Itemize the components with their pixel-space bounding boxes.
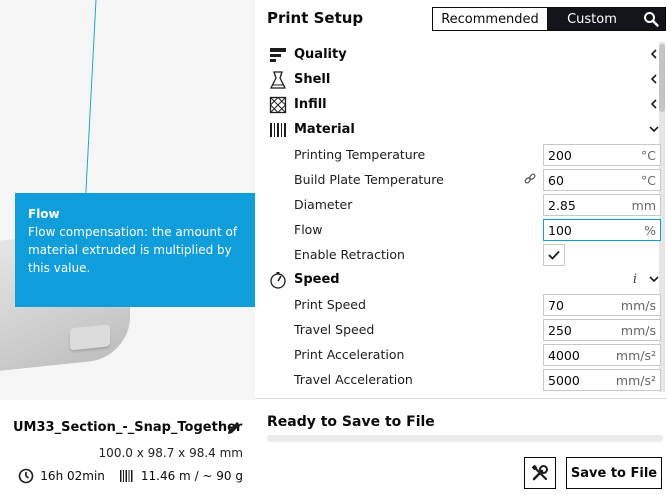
panel-header: Print Setup Recommended Custom [255, 0, 667, 37]
field-unit: mm/s [620, 297, 656, 313]
recommended-tab[interactable]: Recommended [433, 8, 547, 30]
field-value: 2.85 [548, 197, 576, 213]
category-quality[interactable]: Quality [267, 42, 665, 67]
job-dimensions: 100.0 x 98.7 x 98.4 mm [98, 446, 243, 460]
setting-label: Enable Retraction [294, 247, 405, 262]
setting-travel-speed: Travel Speed 250 mm/s [267, 317, 665, 342]
tools-icon [531, 464, 548, 481]
save-to-file-button[interactable]: Save to File [566, 457, 662, 489]
field-value: 100 [548, 222, 572, 238]
flow-input[interactable]: 100 % [543, 219, 661, 241]
link-icon[interactable] [524, 173, 537, 186]
setting-label: Print Acceleration [294, 347, 405, 362]
speed-icon [270, 271, 286, 289]
travel-speed-input[interactable]: 250 mm/s [543, 319, 661, 341]
save-status: Ready to Save to File [267, 414, 435, 430]
panel-title: Print Setup [267, 9, 364, 27]
category-material[interactable]: Material [267, 117, 665, 142]
spool-icon [119, 470, 133, 482]
setting-label: Printing Temperature [294, 147, 426, 162]
setting-label: Travel Acceleration [294, 372, 413, 387]
checkmark-icon [548, 250, 560, 260]
search-icon [644, 12, 659, 27]
infill-icon [269, 96, 287, 113]
save-progress-bar [267, 435, 663, 442]
field-value: 70 [548, 297, 564, 313]
setting-printing-temperature: Printing Temperature 200 °C [267, 142, 665, 167]
field-value: 5000 [548, 372, 580, 388]
print-time: 16h 02min [40, 469, 105, 483]
setting-build-plate-temperature: Build Plate Temperature 60 °C [267, 167, 665, 192]
clock-icon [18, 468, 34, 484]
category-shell[interactable]: Shell [267, 67, 665, 92]
setting-label: Build Plate Temperature [294, 172, 444, 187]
chevron-down-icon [649, 126, 659, 133]
info-icon[interactable]: i [633, 272, 637, 287]
field-unit: °C [641, 147, 656, 163]
save-area: Ready to Save to File Save to File [255, 398, 667, 495]
shell-icon [269, 70, 287, 89]
job-info: UM33_Section_-_Snap_Together 100.0 x 98.… [0, 400, 255, 495]
tooltip-title: Flow [28, 207, 60, 221]
diameter-input[interactable]: 2.85 mm [543, 194, 661, 216]
tooltip-body: Flow compensation: the amount of materia… [28, 225, 238, 275]
enable-retraction-checkbox[interactable] [543, 244, 565, 266]
category-label: Infill [294, 97, 327, 112]
chevron-left-icon [650, 74, 657, 84]
setting-diameter: Diameter 2.85 mm [267, 192, 665, 217]
setting-tooltip: Flow Flow compensation: the amount of ma… [15, 193, 265, 307]
setting-enable-retraction: Enable Retraction [267, 242, 665, 267]
category-infill[interactable]: Infill [267, 92, 665, 117]
field-unit: mm [631, 197, 656, 213]
printing-temperature-input[interactable]: 200 °C [543, 144, 661, 166]
setting-label: Diameter [294, 197, 353, 212]
field-unit: mm/s² [615, 347, 656, 363]
chevron-left-icon [650, 49, 657, 59]
setting-print-acceleration: Print Acceleration 4000 mm/s² [267, 342, 665, 367]
setting-flow: Flow 100 % [267, 217, 665, 242]
setting-travel-acceleration: Travel Acceleration 5000 mm/s² [267, 367, 665, 392]
field-value: 250 [548, 322, 572, 338]
chevron-left-icon [650, 99, 657, 109]
chevron-down-icon [649, 276, 659, 283]
field-value: 200 [548, 147, 572, 163]
setting-label: Travel Speed [294, 322, 375, 337]
setting-label: Print Speed [294, 297, 366, 312]
category-speed[interactable]: Speed i [267, 267, 665, 292]
custom-tab[interactable]: Custom [547, 8, 637, 30]
field-value: 4000 [548, 347, 580, 363]
setting-label: Flow [294, 222, 323, 237]
job-name: UM33_Section_-_Snap_Together [13, 420, 243, 435]
category-label: Quality [294, 47, 347, 62]
field-unit: mm/s² [615, 372, 656, 388]
material-icon [270, 122, 286, 137]
category-label: Shell [294, 72, 331, 87]
axis-line [84, 0, 97, 205]
category-label: Speed [294, 272, 340, 287]
pencil-icon[interactable] [226, 420, 242, 436]
field-value: 60 [548, 172, 564, 188]
setting-print-speed: Print Speed 70 mm/s [267, 292, 665, 317]
travel-acceleration-input[interactable]: 5000 mm/s² [543, 369, 661, 391]
field-unit: °C [641, 172, 656, 188]
field-unit: mm/s [620, 322, 656, 338]
material-usage: 11.46 m / ~ 90 g [140, 469, 243, 483]
quality-icon [270, 47, 286, 62]
mode-toggle: Recommended Custom [432, 7, 666, 31]
field-unit: % [644, 222, 656, 238]
build-plate-temperature-input[interactable]: 60 °C [543, 169, 661, 191]
print-settings-button[interactable] [524, 457, 556, 489]
print-speed-input[interactable]: 70 mm/s [543, 294, 661, 316]
print-acceleration-input[interactable]: 4000 mm/s² [543, 344, 661, 366]
job-stats: 16h 02min 11.46 m / ~ 90 g [18, 468, 243, 484]
category-label: Material [294, 122, 355, 137]
settings-list: Quality Shell Infill Material Printing T… [267, 42, 665, 392]
search-button[interactable] [637, 8, 665, 30]
